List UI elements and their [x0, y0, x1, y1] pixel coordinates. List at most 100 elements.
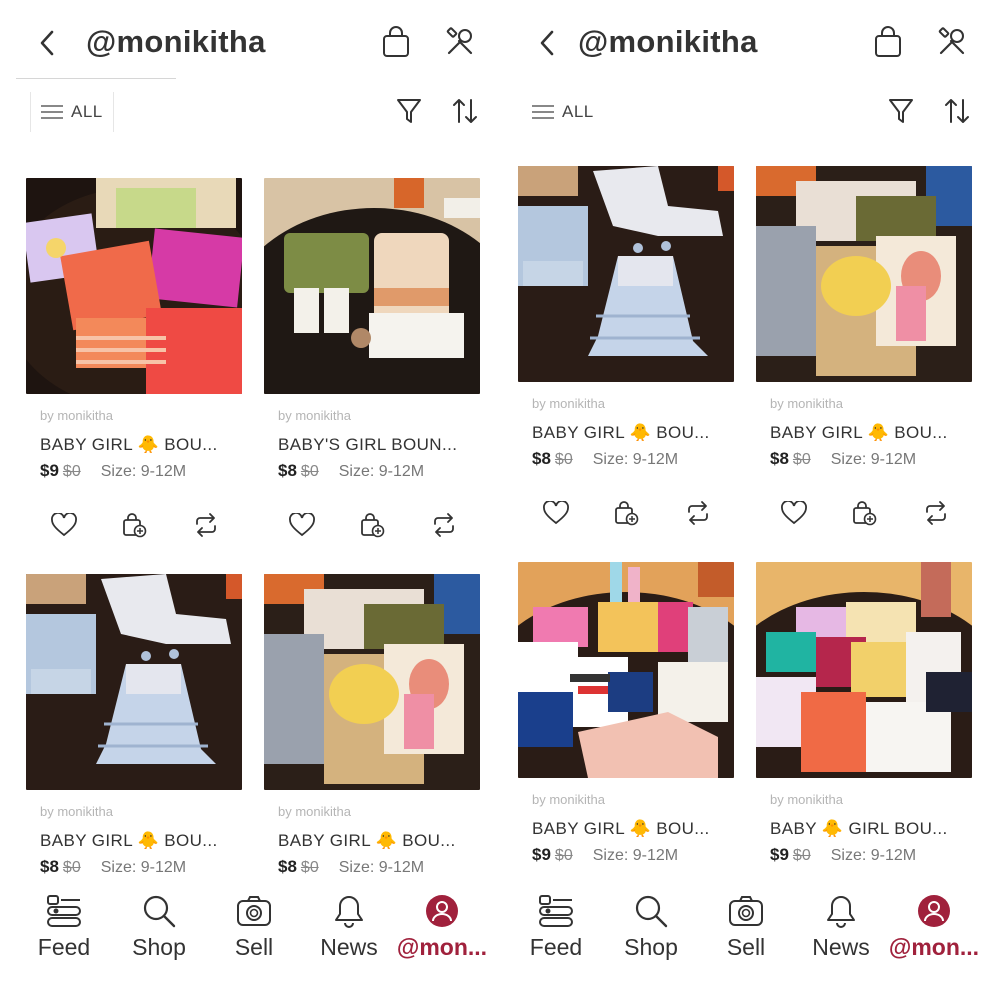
listing-card[interactable]: by monikitha BABY GIRL 🐥 BOU... $8 $0 Si… [756, 166, 972, 527]
listing-actions [264, 511, 480, 539]
closet-tools-button[interactable] [934, 24, 970, 60]
sort-button[interactable] [940, 94, 974, 128]
listing-photo[interactable] [518, 562, 734, 778]
tab-label: @mon... [888, 934, 980, 960]
listing-photo[interactable] [756, 562, 972, 778]
page-title: @monikitha [86, 24, 266, 59]
seller-byline[interactable]: by monikitha [770, 396, 972, 411]
back-button[interactable] [32, 26, 62, 60]
listing-photo[interactable] [26, 574, 242, 790]
listing-title[interactable]: BABY GIRL 🐥 BOU... [278, 831, 480, 851]
listing-card[interactable]: by monikitha BABY'S GIRL BOUN... $8 $0 S… [264, 178, 480, 539]
tab-label: Sell [726, 934, 766, 960]
listing-photo[interactable] [756, 166, 972, 382]
closet-tools-button[interactable] [442, 24, 478, 60]
shopping-bag-icon [875, 26, 901, 57]
feed-icon [539, 895, 573, 927]
listing-photo[interactable] [264, 574, 480, 790]
listing-card[interactable]: by monikitha BABY GIRL 🐥 BOU... $9 $0 Si… [518, 562, 734, 865]
listing-title[interactable]: BABY GIRL 🐥 BOU... [40, 435, 242, 455]
add-to-bundle-button[interactable] [613, 499, 641, 527]
bundle-add-icon [853, 501, 877, 526]
listing-title[interactable]: BABY 🐥 GIRL BOU... [770, 819, 972, 839]
seller-byline[interactable]: by monikitha [278, 804, 480, 819]
listing-price: $8 [278, 857, 297, 876]
tab-label: News [320, 934, 378, 960]
listing-card[interactable]: by monikitha BABY GIRL 🐥 BOU... $9 $0 Si… [26, 178, 242, 539]
back-button[interactable] [532, 26, 562, 60]
sort-arrows-icon [453, 99, 477, 123]
listing-price: $8 [40, 857, 59, 876]
tab-news[interactable]: News [793, 892, 889, 961]
seller-byline[interactable]: by monikitha [40, 804, 242, 819]
share-repost-icon [196, 513, 216, 537]
filter-button[interactable] [392, 94, 426, 128]
tab-label: Shop [624, 934, 678, 960]
bell-icon [827, 896, 855, 928]
heart-icon [289, 513, 315, 537]
bottom-tab-bar: Feed Shop Sell News @mon... [508, 892, 1000, 968]
chevron-left-icon [40, 30, 54, 56]
listing-photo[interactable] [26, 178, 242, 394]
share-button[interactable] [684, 499, 712, 527]
add-to-bundle-button[interactable] [121, 511, 149, 539]
listing-card[interactable]: by monikitha BABY GIRL 🐥 BOU... $8 $0 Si… [518, 166, 734, 527]
add-to-bundle-button[interactable] [359, 511, 387, 539]
listing-card[interactable]: by monikitha BABY 🐥 GIRL BOU... $9 $0 Si… [756, 562, 972, 865]
seller-byline[interactable]: by monikitha [278, 408, 480, 423]
tab-shop[interactable]: Shop [111, 892, 207, 961]
category-all-button[interactable]: ALL [522, 92, 604, 132]
seller-byline[interactable]: by monikitha [770, 792, 972, 807]
tab-sell[interactable]: Sell [206, 892, 302, 961]
listing-title[interactable]: BABY GIRL 🐥 BOU... [40, 831, 242, 851]
tab-label: @mon... [396, 934, 488, 960]
tab-profile[interactable]: @mon... [886, 892, 982, 961]
listing-card[interactable]: by monikitha BABY GIRL 🐥 BOU... $8 $0 Si… [264, 574, 480, 877]
price-line: $9 $0 Size: 9-12M [770, 845, 972, 865]
shopping-bag-button[interactable] [378, 24, 414, 60]
listing-size: Size: 9-12M [338, 859, 425, 876]
listing-title[interactable]: BABY GIRL 🐥 BOU... [532, 423, 734, 443]
like-button[interactable] [780, 499, 808, 527]
share-button[interactable] [192, 511, 220, 539]
add-to-bundle-button[interactable] [851, 499, 879, 527]
listing-size: Size: 9-12M [338, 463, 425, 480]
category-all-button[interactable]: ALL [30, 92, 114, 132]
bundle-add-icon [123, 513, 147, 538]
tab-shop[interactable]: Shop [603, 892, 699, 961]
like-button[interactable] [50, 511, 78, 539]
listing-title[interactable]: BABY GIRL 🐥 BOU... [532, 819, 734, 839]
price-line: $8 $0 Size: 9-12M [770, 449, 972, 469]
listing-title[interactable]: BABY GIRL 🐥 BOU... [770, 423, 972, 443]
tab-feed[interactable]: Feed [508, 892, 604, 961]
listing-size: Size: 9-12M [830, 847, 917, 864]
tab-label: Shop [132, 934, 186, 960]
heart-icon [781, 501, 807, 525]
seller-byline[interactable]: by monikitha [40, 408, 242, 423]
tab-feed[interactable]: Feed [16, 892, 112, 961]
tab-label: News [812, 934, 870, 960]
listing-photo[interactable] [518, 166, 734, 382]
sort-button[interactable] [448, 94, 482, 128]
listing-size: Size: 9-12M [830, 451, 917, 468]
listing-size: Size: 9-12M [592, 847, 679, 864]
tab-news[interactable]: News [301, 892, 397, 961]
share-button[interactable] [430, 511, 458, 539]
listing-photo[interactable] [264, 178, 480, 394]
seller-byline[interactable]: by monikitha [532, 396, 734, 411]
share-button[interactable] [922, 499, 950, 527]
bundle-add-icon [615, 501, 639, 526]
tab-sell[interactable]: Sell [698, 892, 794, 961]
listing-card[interactable]: by monikitha BABY GIRL 🐥 BOU... $8 $0 Si… [26, 574, 242, 877]
shopping-bag-button[interactable] [870, 24, 906, 60]
filter-button[interactable] [884, 94, 918, 128]
tab-profile[interactable]: @mon... [394, 892, 490, 961]
bottom-tab-bar: Feed Shop Sell News @mon... [0, 892, 492, 968]
listing-title[interactable]: BABY'S GIRL BOUN... [278, 435, 480, 455]
seller-byline[interactable]: by monikitha [532, 792, 734, 807]
like-button[interactable] [542, 499, 570, 527]
sort-arrows-icon [945, 99, 969, 123]
tab-label: Feed [37, 934, 91, 960]
like-button[interactable] [288, 511, 316, 539]
price-line: $9 $0 Size: 9-12M [40, 461, 242, 481]
